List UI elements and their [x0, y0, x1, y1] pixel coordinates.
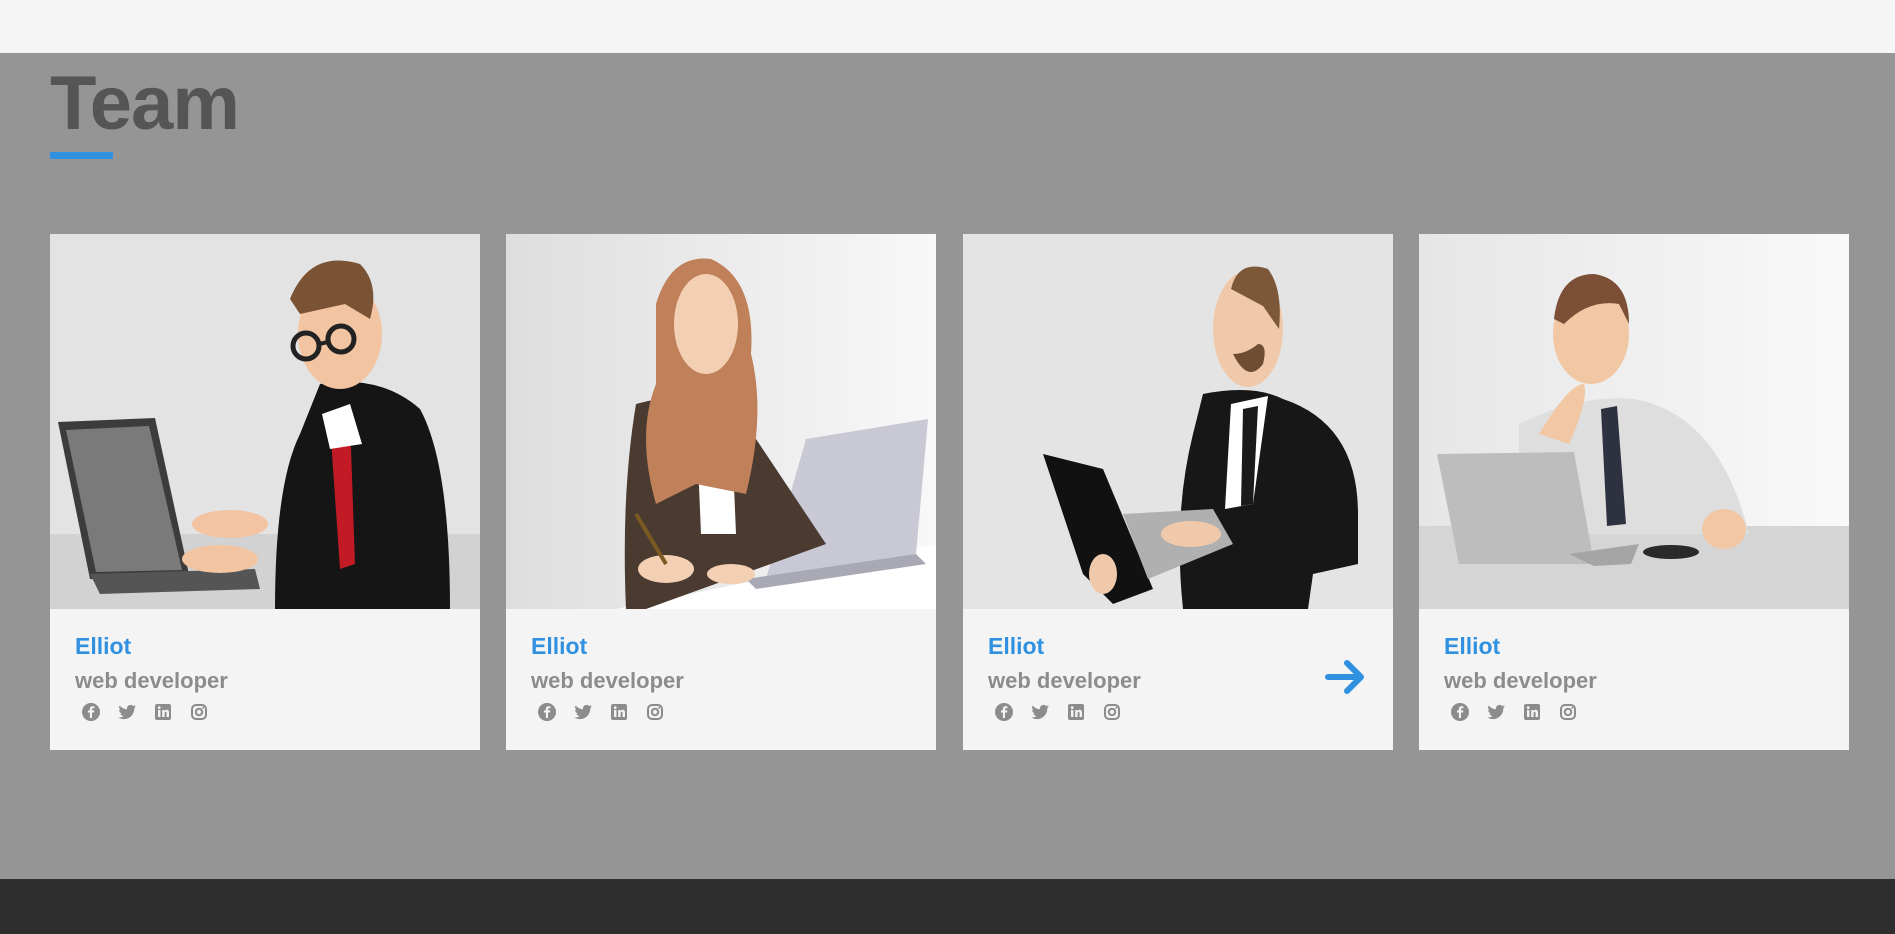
linkedin-icon[interactable] — [1522, 702, 1542, 722]
member-name: Elliot — [75, 633, 132, 659]
top-bar — [0, 0, 1895, 53]
instagram-icon[interactable] — [189, 702, 209, 722]
social-links — [994, 702, 1122, 722]
member-role: web developer — [531, 668, 684, 693]
facebook-icon[interactable] — [81, 702, 101, 722]
facebook-icon[interactable] — [537, 702, 557, 722]
member-name: Elliot — [988, 633, 1045, 659]
section-title: Team — [50, 61, 240, 146]
social-links — [1450, 702, 1578, 722]
member-role: web developer — [75, 668, 228, 693]
instagram-icon[interactable] — [1102, 702, 1122, 722]
team-member-illustration — [963, 234, 1393, 609]
team-member-illustration — [506, 234, 936, 609]
title-underline — [50, 152, 113, 159]
team-card[interactable]: Elliot web developer — [963, 234, 1393, 750]
team-card[interactable]: Elliot web developer — [1419, 234, 1849, 750]
member-name: Elliot — [531, 633, 588, 659]
twitter-icon[interactable] — [573, 702, 593, 722]
footer-bar — [0, 879, 1895, 934]
team-member-illustration — [1419, 234, 1849, 609]
linkedin-icon[interactable] — [153, 702, 173, 722]
twitter-icon[interactable] — [1030, 702, 1050, 722]
member-name: Elliot — [1444, 633, 1501, 659]
linkedin-icon[interactable] — [1066, 702, 1086, 722]
team-member-illustration — [50, 234, 480, 609]
linkedin-icon[interactable] — [609, 702, 629, 722]
instagram-icon[interactable] — [1558, 702, 1578, 722]
member-role: web developer — [1444, 668, 1597, 693]
facebook-icon[interactable] — [994, 702, 1014, 722]
member-role: web developer — [988, 668, 1141, 693]
arrow-right-icon[interactable] — [1323, 654, 1369, 700]
instagram-icon[interactable] — [645, 702, 665, 722]
facebook-icon[interactable] — [1450, 702, 1470, 722]
team-card[interactable]: Elliot web developer — [506, 234, 936, 750]
social-links — [81, 702, 209, 722]
team-card[interactable]: Elliot web developer — [50, 234, 480, 750]
twitter-icon[interactable] — [1486, 702, 1506, 722]
twitter-icon[interactable] — [117, 702, 137, 722]
social-links — [537, 702, 665, 722]
